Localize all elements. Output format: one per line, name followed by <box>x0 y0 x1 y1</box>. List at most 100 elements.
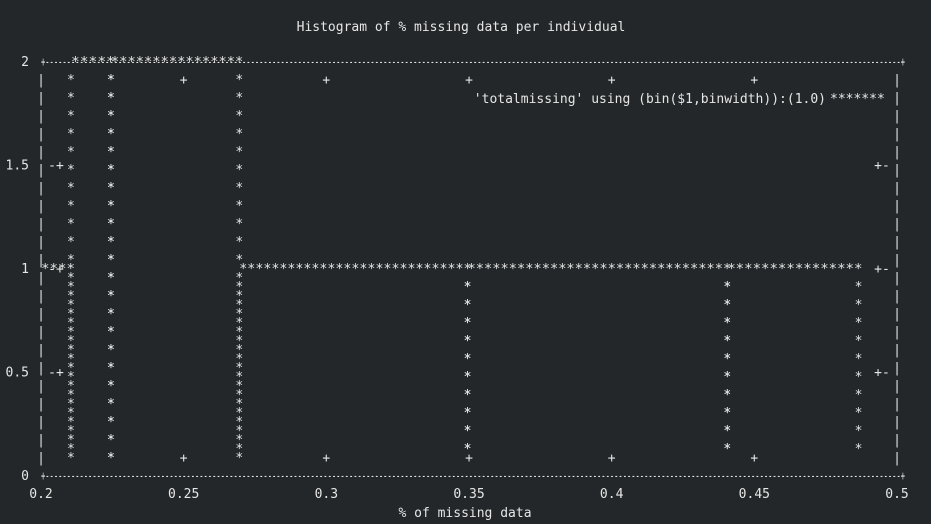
bars: *************** ** ** ** ** ** ** ** ** ** ** ** ** *… <box>41 55 862 466</box>
histogram-bar: ****************************************… <box>107 55 243 466</box>
y-tick-mark-right: +- <box>874 366 890 381</box>
y-tick-mark-right: +- <box>874 262 890 277</box>
bar-top: **************** <box>111 55 243 70</box>
plot-border-right: | <box>893 433 901 448</box>
bar-edge-left: * <box>464 334 472 349</box>
plot-border-right: | <box>893 73 901 88</box>
bar-edge-right: * <box>235 181 243 196</box>
bar-edge-left: * <box>107 217 115 232</box>
plot-border-right: | <box>893 181 901 196</box>
bar-edge-left: * <box>107 163 115 178</box>
histogram-bar: ****************************************… <box>464 262 732 457</box>
plot-border-right: | <box>893 271 901 286</box>
bar-edge-left: * <box>235 334 243 349</box>
bar-edge-right: * <box>855 424 863 439</box>
bar-edge-left: * <box>67 109 75 124</box>
bar-edge-left: * <box>107 235 115 250</box>
y-tick-label: 1.5 <box>6 159 29 174</box>
bar-edge-left: * <box>67 397 75 412</box>
bar-edge-right: * <box>235 235 243 250</box>
bar-edge-right: * <box>235 163 243 178</box>
y-tick-label: 0 <box>21 469 29 484</box>
bar-edge-left: * <box>67 127 75 142</box>
bar-edge-left: * <box>67 271 75 286</box>
bar-edge-right: * <box>855 406 863 421</box>
bar-edge-left: * <box>464 370 472 385</box>
bar-edge-right: * <box>855 388 863 403</box>
bar-edge-left: * <box>67 307 75 322</box>
bar-edge-left: * <box>107 379 115 394</box>
bar-edge-left: * <box>723 388 731 403</box>
bar-edge-left: * <box>235 388 243 403</box>
x-tick-label: 0.3 <box>315 487 338 502</box>
plot-border-left: | <box>37 199 45 214</box>
bar-edge-left: * <box>107 91 115 106</box>
plot-border-right: | <box>893 451 901 466</box>
y-tick-mark-left: -+ <box>48 366 64 381</box>
bar-top: ******************************** <box>468 262 732 277</box>
bar-edge-right: * <box>855 298 863 313</box>
plot-border-left: | <box>37 307 45 322</box>
bar-edge-left: * <box>723 280 731 295</box>
plot-border-left: | <box>37 433 45 448</box>
bar-edge-left: * <box>464 442 472 457</box>
y-tick-label: 0.5 <box>6 366 29 381</box>
x-tick-label: 0.35 <box>453 487 484 502</box>
bar-edge-left: * <box>107 307 115 322</box>
y-tick-mark-left: -+ <box>48 159 64 174</box>
bar-edge-left: * <box>67 415 75 430</box>
bar-edge-left: * <box>107 343 115 358</box>
bar-edge-left: * <box>107 325 115 340</box>
bar-edge-right: * <box>855 334 863 349</box>
histogram-chart: Histogram of % missing data per individu… <box>6 20 909 521</box>
plot-border-left: | <box>37 91 45 106</box>
plot-border-left: | <box>37 163 45 178</box>
x-tick-label: 0.45 <box>739 487 770 502</box>
plot-border-left: | <box>37 361 45 376</box>
x-tick-mark-bottom: + <box>322 451 330 466</box>
bar-edge-left: * <box>723 316 731 331</box>
bar-edge-left: * <box>107 127 115 142</box>
bar-edge-left: * <box>67 361 75 376</box>
chart-title: Histogram of % missing data per individu… <box>297 20 626 35</box>
plot-border-right: | <box>893 199 901 214</box>
bar-edge-left: * <box>464 298 472 313</box>
bar-edge-left: * <box>107 415 115 430</box>
bar-edge-left: * <box>107 199 115 214</box>
bar-top: ***************************** <box>239 262 471 277</box>
axis-ticks: 00.5 -+ +-1 -+ +-1.5 -+ +-20.2 0.25++0.3++0.35+… <box>6 55 909 502</box>
plot-border-right: | <box>893 379 901 394</box>
bar-edge-left: * <box>67 325 75 340</box>
bar-edge-right: * <box>235 145 243 160</box>
bar-edge-left: * <box>464 406 472 421</box>
bar-edge-left: * <box>107 181 115 196</box>
bar-edge-left: * <box>235 370 243 385</box>
bar-edge-left: * <box>67 199 75 214</box>
bar-edge-left: * <box>235 352 243 367</box>
bar-edge-left: * <box>107 397 115 412</box>
bar-edge-left: * <box>723 406 731 421</box>
plot-border-right: | <box>893 253 901 268</box>
bar-edge-left: * <box>464 388 472 403</box>
x-tick-mark-top: + <box>750 73 758 88</box>
bar-edge-left: * <box>67 91 75 106</box>
plot-border-left: | <box>37 289 45 304</box>
bar-edge-right: * <box>235 109 243 124</box>
plot-border-left: | <box>37 325 45 340</box>
plot-border-left: | <box>37 73 45 88</box>
plot-border-right: | <box>893 145 901 160</box>
plot-border-right: | <box>893 415 901 430</box>
plot-border-left: | <box>37 235 45 250</box>
bar-edge-left: * <box>723 334 731 349</box>
bar-edge-left: * <box>107 451 115 466</box>
bar-edge-right: * <box>235 73 243 88</box>
bar-edge-left: * <box>67 145 75 160</box>
plot-border-right: | <box>893 325 901 340</box>
plot-border-left: | <box>37 217 45 232</box>
bar-edge-left: * <box>67 73 75 88</box>
histogram-bar: ****************************************… <box>235 262 471 457</box>
bar-edge-left: * <box>723 352 731 367</box>
plot-border-left: | <box>37 181 45 196</box>
bar-edge-left: * <box>107 145 115 160</box>
plot-border-right: | <box>893 343 901 358</box>
